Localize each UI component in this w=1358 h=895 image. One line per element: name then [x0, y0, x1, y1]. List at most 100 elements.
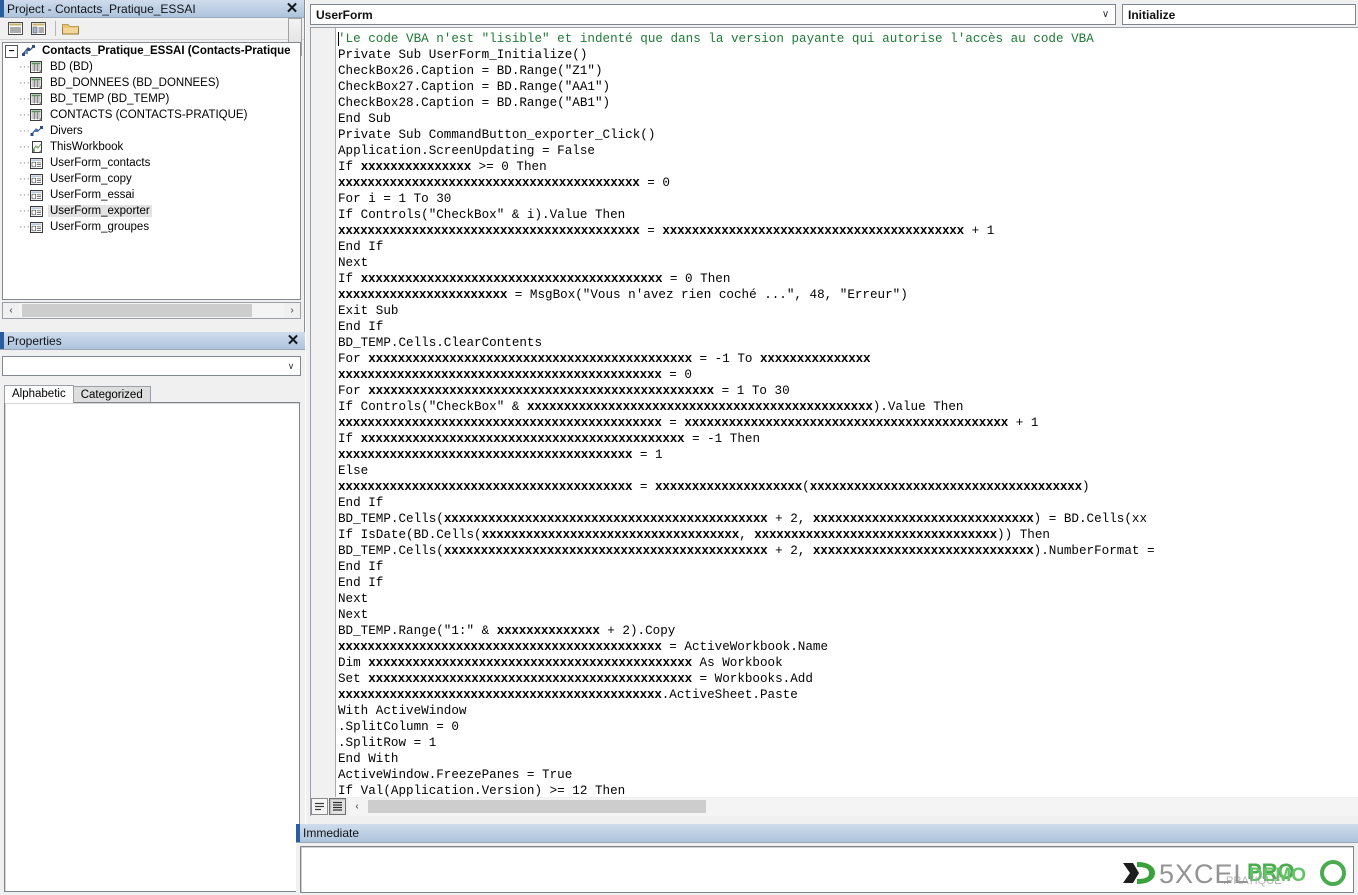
code-line: xxxxxxxxxxxxxxxxxxxxxxxxxxxxxxxxxxxxxxxx… [338, 448, 663, 462]
properties-tab-categorized[interactable]: Categorized [72, 386, 151, 403]
code-line: For xxxxxxxxxxxxxxxxxxxxxxxxxxxxxxxxxxxx… [338, 384, 790, 398]
properties-tab-alphabetic[interactable]: Alphabetic [4, 385, 74, 403]
code-placeholder: xxxxxxxxxxxxxxxxxxxxxxxxxxxxxxxxxxxxxxxx… [338, 688, 662, 702]
code-placeholder: xxxxxxxxxxxxxxxxxxxxxxxxxxxxxxxxxxxxxxxx… [526, 400, 873, 414]
close-icon[interactable]: ✕ [282, 1, 302, 17]
code-placeholder: xxxxxxxxxxxxxxxxxxxxxxxxxxxxxxxxxxxxxxxx… [338, 640, 662, 654]
project-tree[interactable]: − Contacts_Pratique_ESSAI (Contacts-Prat… [2, 42, 301, 300]
tree-item-contacts-contacts-pratique[interactable]: ··· CONTACTS (CONTACTS-PRATIQUE) [3, 107, 300, 123]
code-line: End With [338, 752, 399, 766]
tree-root-node[interactable]: − Contacts_Pratique_ESSAI (Contacts-Prat… [3, 43, 300, 59]
tree-item-label: UserForm_groupes [50, 221, 150, 233]
code-line: xxxxxxxxxxxxxxxxxxxxxxxxxxxxxxxxxxxxxxxx… [338, 224, 995, 238]
code-editor-pane[interactable]: 'Le code VBA n'est "lisible" et indenté … [310, 27, 1358, 816]
code-placeholder: xxxxxxxxxxxxxxxxxxxxxxxxxxxxxxxxxxxxxxxx… [443, 544, 768, 558]
code-placeholder: xxxxxxxxxxxxxxxxxxxxxxx [338, 288, 508, 302]
code-line: CheckBox28.Caption = BD.Range("AB1") [338, 96, 611, 110]
view-code-icon[interactable] [5, 19, 26, 38]
close-icon[interactable]: ✕ [283, 333, 303, 349]
scroll-left-icon[interactable]: ‹ [349, 799, 365, 814]
tree-item-userform-groupes[interactable]: ··· UserForm_groupes [3, 219, 300, 235]
code-line: For xxxxxxxxxxxxxxxxxxxxxxxxxxxxxxxxxxxx… [338, 352, 871, 366]
procedure-view-icon[interactable] [311, 798, 328, 815]
code-line: xxxxxxxxxxxxxxxxxxxxxxxxxxxxxxxxxxxxxxxx… [338, 640, 828, 654]
code-placeholder: xxxxxxxxxxxxxxx [360, 160, 472, 174]
collapse-icon[interactable]: − [5, 44, 18, 58]
code-placeholder: xxxxxxxxxxxxxxxxxxxxxxxxxxxxxxxxxxxxxxxx… [338, 416, 662, 430]
full-module-view-icon[interactable] [329, 798, 346, 815]
tree-item-thisworkbook[interactable]: ··· ThisWorkbook [3, 139, 300, 155]
code-comment: 'Le code VBA n'est "lisible" et indenté … [338, 32, 1094, 46]
procedure-dropdown[interactable]: Initialize [1122, 4, 1356, 25]
tree-connector: ··· [19, 109, 30, 121]
tree-item-label: UserForm_essai [50, 189, 135, 201]
code-placeholder: xxxxxxxxxxxxxxxxxxxxxxxxxxxxxxxxxxxxxxxx… [368, 672, 692, 686]
code-line: Else [338, 464, 369, 478]
tree-item-divers[interactable]: ··· Divers [3, 123, 300, 139]
project-tree-hscrollbar[interactable]: ‹ › [2, 302, 301, 319]
code-line: End If [338, 320, 384, 334]
tree-item-userform-copy[interactable]: ··· UserForm_copy [3, 171, 300, 187]
code-hscrollbar[interactable]: ‹ [349, 797, 1358, 816]
chevron-down-icon[interactable]: ∨ [282, 357, 300, 375]
code-line: ActiveWindow.FreezePanes = True [338, 768, 573, 782]
code-line: Next [338, 256, 369, 270]
tree-connector: ··· [19, 157, 30, 169]
code-margin-indicator-bar[interactable] [311, 28, 336, 816]
tree-connector: ··· [19, 173, 30, 185]
text-caret [338, 32, 339, 46]
code-line: If Controls("CheckBox" & xxxxxxxxxxxxxxx… [338, 400, 964, 414]
tree-item-userform-essai[interactable]: ··· UserForm_essai [3, 187, 300, 203]
properties-object-combo[interactable]: ∨ [2, 356, 301, 376]
code-line: End Sub [338, 112, 391, 126]
immediate-input-area[interactable] [300, 846, 1354, 893]
tree-item-userform-exporter[interactable]: ··· UserForm_exporter [3, 203, 300, 219]
code-placeholder: xxxxxxxxxxxxxxxxxxxx [655, 480, 803, 494]
tree-item-bd-donnees-bd-donnees[interactable]: ··· BD_DONNEES (BD_DONNEES) [3, 75, 300, 91]
left-dock-column: Project - Contacts_Pratique_ESSAI ✕ − Co… [0, 0, 305, 895]
hscroll-track[interactable] [19, 303, 284, 318]
worksheet-icon [29, 92, 45, 106]
tree-item-userform-contacts[interactable]: ··· UserForm_contacts [3, 155, 300, 171]
tree-connector: ··· [19, 221, 30, 233]
properties-panel: Properties ✕ ∨ Alphabetic Categorized [0, 332, 305, 895]
code-combo-bar: UserForm ∨ Initialize [306, 0, 1358, 26]
tree-item-bd-bd[interactable]: ··· BD (BD) [3, 59, 300, 75]
code-placeholder: xxxxxxxxxxxxxxxxxxxxxxxxxxxxxxxxxxxxxxxx [338, 480, 633, 494]
chevron-down-icon[interactable]: ∨ [1096, 5, 1115, 24]
code-line: Application.ScreenUpdating = False [338, 144, 595, 158]
tree-connector: ··· [19, 205, 30, 217]
worksheet-icon [29, 60, 45, 74]
tree-item-label: CONTACTS (CONTACTS-PRATIQUE) [50, 109, 248, 121]
worksheet-icon [29, 108, 45, 122]
immediate-window: Immediate [296, 824, 1358, 895]
workbook-icon [29, 140, 45, 154]
tree-item-bd-temp-bd-temp[interactable]: ··· BD_TEMP (BD_TEMP) [3, 91, 300, 107]
tree-item-label: UserForm_contacts [50, 157, 151, 169]
view-object-icon[interactable] [28, 19, 49, 38]
code-placeholder: xxxxxxxxxxxxxxxxxxxxxxxxxxxxxxxxxxxxxxxx… [338, 368, 662, 382]
code-placeholder: xxxxxxxxxxxxxxxxxxxxxxxxxxxxxxxxxxxxxxxx… [684, 416, 1009, 430]
folder-icon[interactable] [60, 19, 81, 38]
tree-item-label: ThisWorkbook [50, 141, 124, 153]
userform-icon [29, 156, 45, 170]
code-hscroll-thumb[interactable] [368, 800, 706, 813]
code-placeholder: xxxxxxxxxxxxxxxxxxxxxxxxxxxxxxxxxxxxxxxx [338, 448, 633, 462]
properties-grid[interactable] [4, 402, 300, 892]
code-placeholder: xxxxxxxxxxxxxxxxxxxxxxxxxxxxxxxxxxxxxxxx… [443, 512, 768, 526]
tree-item-list: ··· BD (BD) ··· BD_DONNEES (BD_DONNEES) ··· B… [3, 59, 300, 235]
code-window: UserForm ∨ Initialize 'Le code VBA n'est… [306, 0, 1358, 895]
code-line: If xxxxxxxxxxxxxxxxxxxxxxxxxxxxxxxxxxxxx… [338, 272, 731, 286]
code-line: BD_TEMP.Cells(xxxxxxxxxxxxxxxxxxxxxxxxxx… [338, 544, 1155, 558]
code-line: 'Le code VBA n'est "lisible" et indenté … [338, 31, 1358, 47]
code-text[interactable]: 'Le code VBA n'est "lisible" et indenté … [338, 31, 1358, 816]
object-dropdown[interactable]: UserForm ∨ [310, 4, 1116, 25]
userform-icon [29, 220, 45, 234]
code-hscroll-track[interactable] [365, 799, 1358, 814]
code-line: With ActiveWindow [338, 704, 467, 718]
code-line: BD_TEMP.Cells.ClearContents [338, 336, 543, 350]
hscroll-thumb[interactable] [22, 304, 252, 317]
scroll-right-icon[interactable]: › [284, 303, 300, 318]
code-line: BD_TEMP.Cells(xxxxxxxxxxxxxxxxxxxxxxxxxx… [338, 512, 1148, 526]
scroll-left-icon[interactable]: ‹ [3, 303, 19, 318]
